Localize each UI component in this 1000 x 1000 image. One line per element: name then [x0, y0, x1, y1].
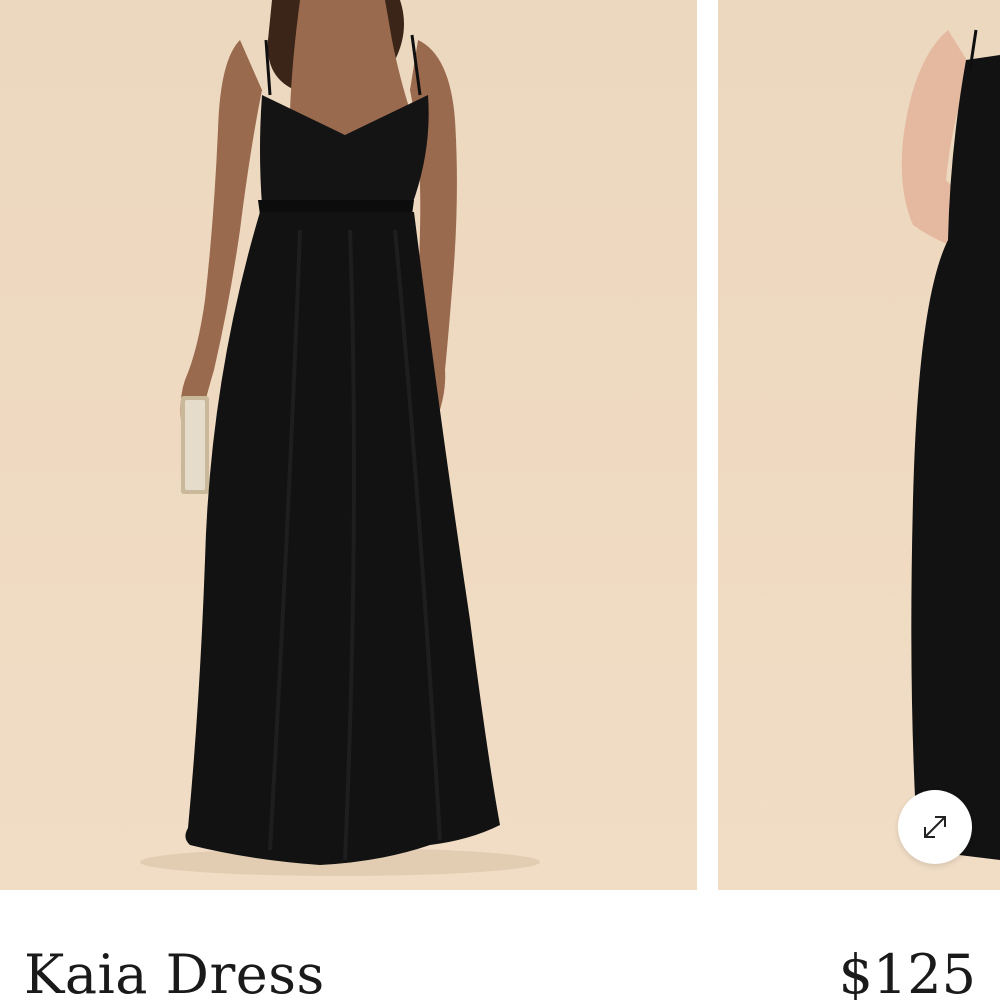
expand-arrows-icon	[924, 816, 946, 838]
expand-image-button[interactable]	[898, 790, 972, 864]
dress-photo-front	[140, 0, 540, 876]
product-page: Kaia Dress $125	[0, 0, 1000, 1000]
product-name: Kaia Dress	[24, 943, 325, 1000]
product-image-main[interactable]	[0, 0, 697, 890]
product-image-gallery[interactable]	[0, 0, 1000, 890]
product-image-secondary[interactable]	[718, 0, 1000, 890]
product-price: $125	[838, 943, 976, 1000]
dress-photo-alternate	[901, 29, 1000, 860]
